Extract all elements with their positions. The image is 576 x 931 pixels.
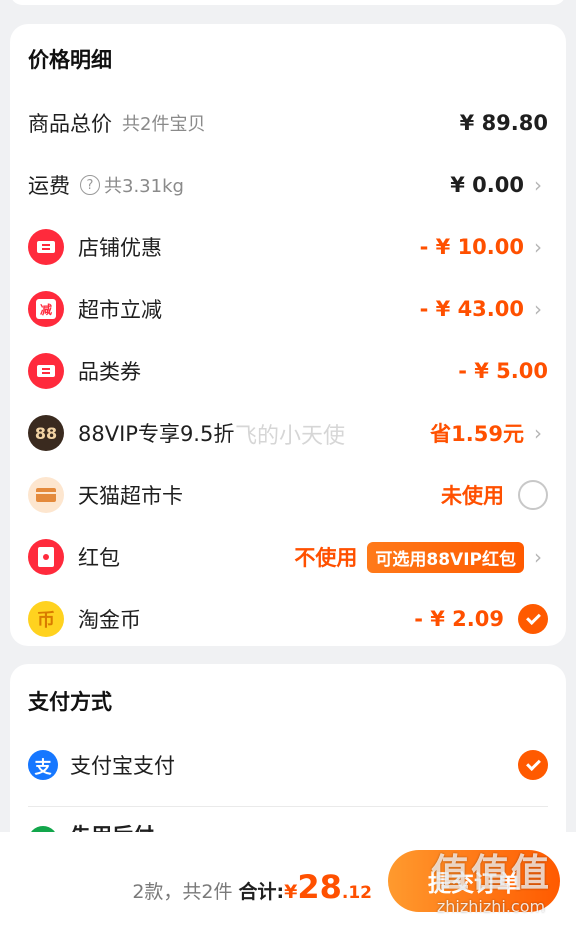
gold-coin-icon: 币 [28,601,64,637]
total-label: 合计: [238,881,285,903]
red-packet-icon [28,539,64,575]
tmall-card-status: 未使用 [441,484,504,508]
row-tmall-card[interactable]: 天猫超市卡 未使用 [10,464,566,526]
alipay-icon: 支 [28,750,58,780]
tmall-card-label: 天猫超市卡 [78,484,183,508]
row-category-coupon: 品类券 - ¥ 5.00 [10,340,566,402]
discount-icon: 减 [28,291,64,327]
supermarket-discount-label: 超市立减 [78,298,162,322]
divider [28,806,548,807]
site-watermark: 值值值 zhizhizhi.com [416,842,566,916]
item-count: 2款，共2件 [132,881,233,903]
chevron-right-icon: › [534,173,542,197]
row-red-packet[interactable]: 红包 不使用 可选用88VIP红包 › [10,526,566,588]
row-shipping[interactable]: 运费 ? 共3.31kg ¥ 0.00 › [10,154,566,216]
chevron-right-icon: › [534,297,542,321]
user-watermark: 飞的小天使 [235,424,346,449]
vip-saving-amount: 省1.59元 [430,422,524,446]
chevron-right-icon: › [534,545,542,569]
store-card-icon [28,477,64,513]
price-detail-title: 价格明细 [28,48,112,72]
store-discount-amount: - ¥ 10.00 [419,235,524,259]
shipping-amount: ¥ 0.00 [450,173,524,197]
tmall-card-radio[interactable] [518,480,548,510]
red-packet-status: 不使用 [294,546,358,570]
payment-title: 支付方式 [28,690,112,714]
site-watermark-logo: 值值值 [430,851,551,895]
chevron-right-icon: › [534,421,542,445]
shipping-label: 运费 [28,174,70,198]
row-supermarket-discount[interactable]: 减 超市立减 - ¥ 43.00 › [10,278,566,340]
coupon-icon [28,353,64,389]
goods-count: 共2件宝贝 [122,114,206,135]
row-alipay[interactable]: 支 支付宝支付 [10,734,566,796]
alipay-label: 支付宝支付 [70,754,175,778]
vip88-icon: 88 [28,415,64,451]
goods-total-label: 商品总价 [28,112,112,136]
vip-discount-label: 88VIP专享9.5折 [78,422,235,446]
alipay-radio[interactable] [518,750,548,780]
store-discount-label: 店铺优惠 [78,236,162,260]
gold-coin-label: 淘金币 [78,608,141,632]
row-gold-coin[interactable]: 币 淘金币 - ¥ 2.09 [10,588,566,650]
site-watermark-url: zhizhizhi.com [436,897,546,916]
gold-coin-amount: - ¥ 2.09 [414,607,504,631]
price-detail-card: 价格明细 商品总价 共2件宝贝 ¥ 89.80 运费 ? 共3.31kg ¥ 0… [10,24,566,646]
goods-total-amount: ¥ 89.80 [459,111,548,135]
row-goods-total: 商品总价 共2件宝贝 ¥ 89.80 [10,92,566,154]
gold-coin-checkbox[interactable] [518,604,548,634]
supermarket-discount-amount: - ¥ 43.00 [419,297,524,321]
category-coupon-amount: - ¥ 5.00 [458,359,548,383]
coupon-icon [28,229,64,265]
help-icon[interactable]: ? [80,175,100,195]
total-decimal: .12 [341,883,372,903]
category-coupon-label: 品类券 [78,360,141,384]
row-store-discount[interactable]: 店铺优惠 - ¥ 10.00 › [10,216,566,278]
total-integer: 28 [297,868,342,906]
shipping-weight: 共3.31kg [104,176,184,197]
red-packet-label: 红包 [78,546,120,570]
currency-symbol: ¥ [284,881,298,903]
order-summary: 2款，共2件 合计: ¥ 28 .12 [132,868,372,906]
red-packet-pill[interactable]: 可选用88VIP红包 [367,541,524,573]
previous-card [10,0,566,5]
chevron-right-icon: › [534,235,542,259]
